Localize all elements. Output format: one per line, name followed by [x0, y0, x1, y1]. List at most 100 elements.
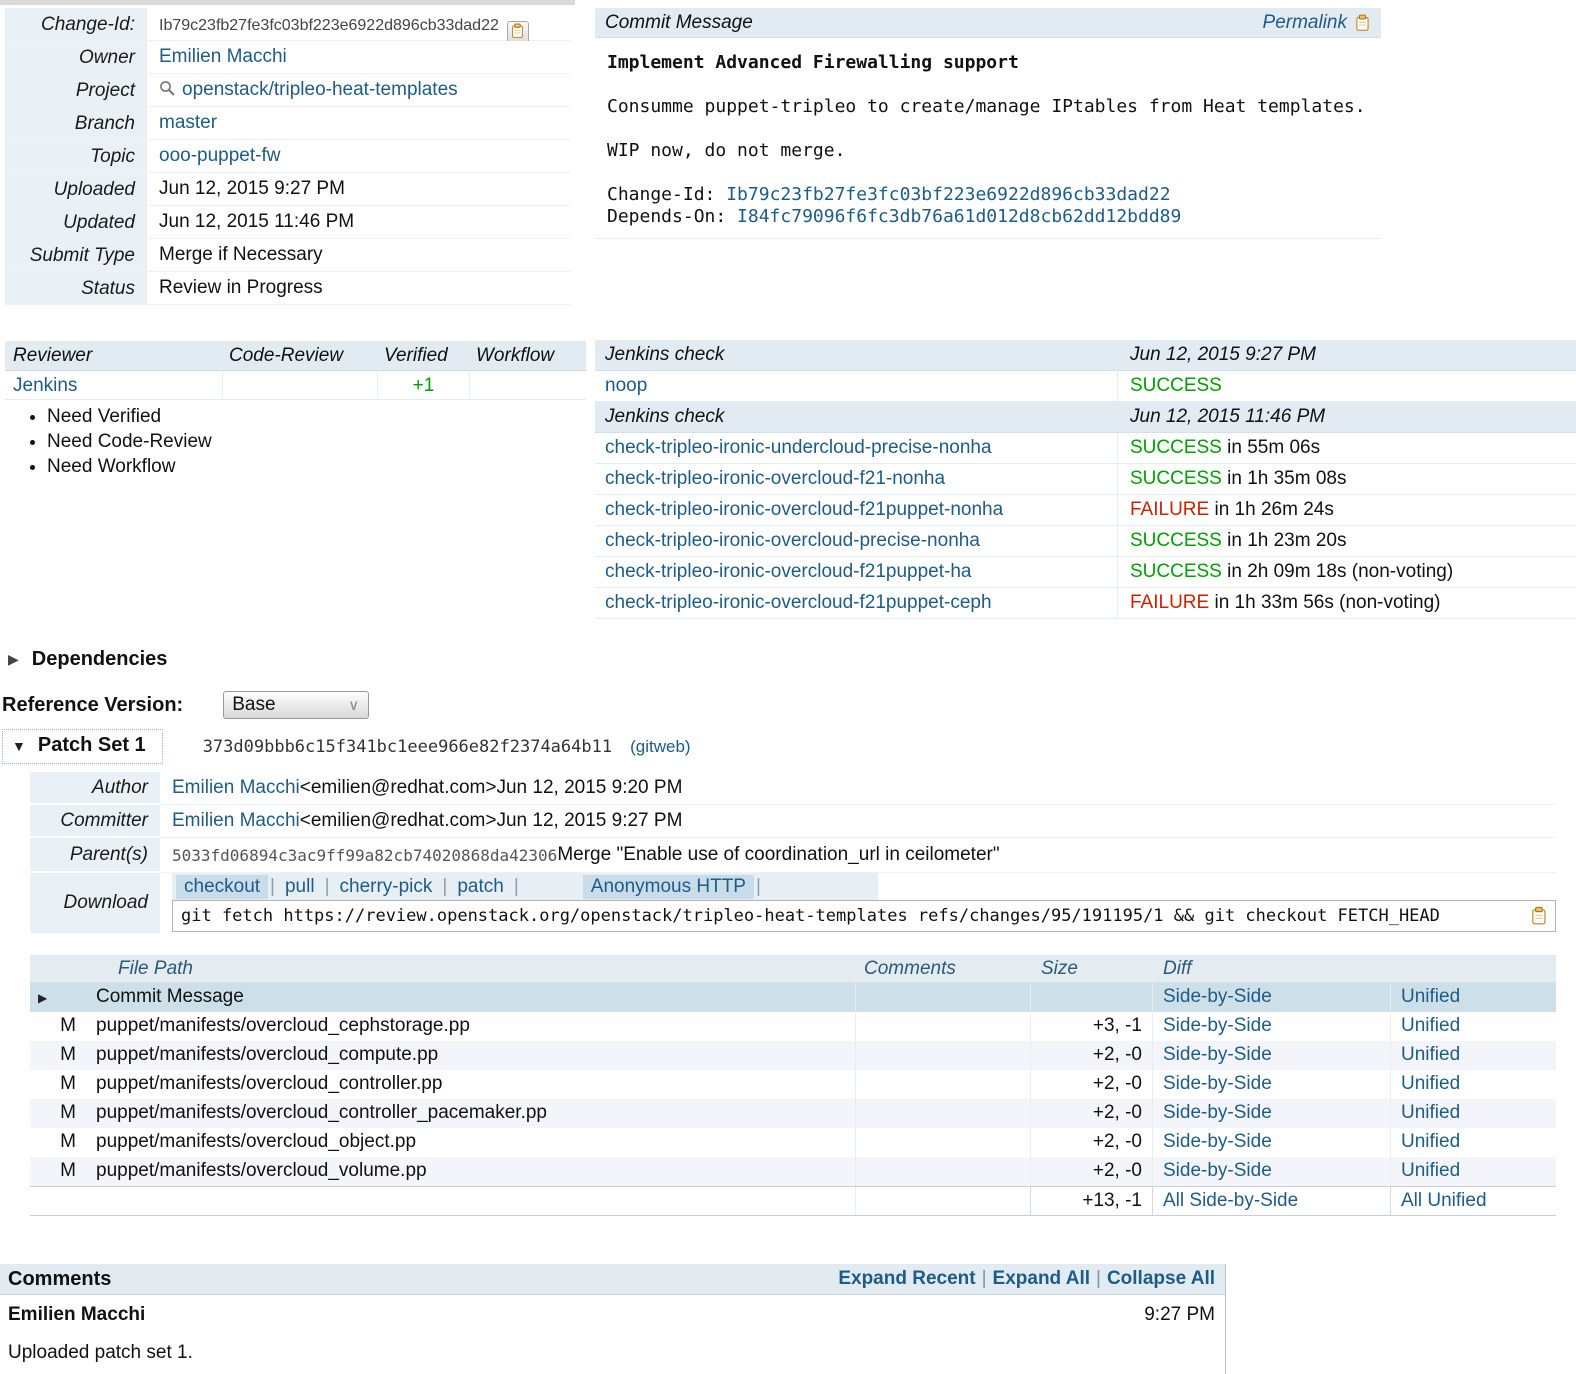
collapse-all-link[interactable]: Collapse All: [1107, 1268, 1215, 1290]
side-by-side-link[interactable]: Side-by-Side: [1163, 1015, 1272, 1036]
chevron-down-icon: ∨: [348, 696, 359, 714]
owner-link[interactable]: Emilien Macchi: [159, 46, 287, 67]
expanded-arrow-icon[interactable]: ▼: [12, 738, 26, 754]
commit-message-file-row[interactable]: ▶ Commit Message Side-by-Side Unified: [30, 983, 1556, 1012]
side-by-side-link[interactable]: Side-by-Side: [1163, 1131, 1272, 1152]
ci-job-link[interactable]: check-tripleo-ironic-undercloud-precise-…: [605, 437, 992, 458]
ci-duration: in 1h 23m 20s: [1222, 530, 1347, 551]
diff-col-header: Diff: [1152, 955, 1390, 982]
side-by-side-link[interactable]: Side-by-Side: [1163, 1102, 1272, 1123]
commit-depends-on-line: Depends-On: I84fc79096f6fc3db76a61d012d8…: [607, 206, 1369, 228]
ci-job-link[interactable]: check-tripleo-ironic-overcloud-f21puppet…: [605, 592, 992, 613]
file-path: puppet/manifests/overcloud_object.pp: [88, 1128, 855, 1157]
commit-body-line: Consumme puppet-tripleo to create/manage…: [607, 96, 1369, 118]
ci-job-link[interactable]: check-tripleo-ironic-overcloud-f21puppet…: [605, 561, 971, 582]
copy-permalink-icon[interactable]: [1355, 14, 1371, 32]
collapsed-arrow-icon[interactable]: ▶: [8, 651, 19, 668]
copy-command-icon[interactable]: [1531, 906, 1548, 926]
dependencies-title: Dependencies: [32, 648, 168, 671]
ci-job-link[interactable]: check-tripleo-ironic-overcloud-f21puppet…: [605, 499, 1003, 520]
branch-link[interactable]: master: [159, 112, 217, 133]
side-by-side-link[interactable]: Side-by-Side: [1163, 1044, 1272, 1065]
unified-link[interactable]: Unified: [1401, 1044, 1460, 1065]
parents-row: Parent(s) 5033fd06894c3ac9ff99a82cb74020…: [30, 838, 1556, 873]
status-value: Review in Progress: [147, 272, 571, 304]
search-icon[interactable]: [159, 80, 176, 97]
unified-link[interactable]: Unified: [1401, 986, 1460, 1007]
reviewer-link[interactable]: Jenkins: [13, 375, 77, 396]
all-side-by-side-link[interactable]: All Side-by-Side: [1163, 1190, 1298, 1211]
info-row-status: Status Review in Progress: [5, 272, 571, 305]
unified-link[interactable]: Unified: [1401, 1102, 1460, 1123]
permalink-link[interactable]: Permalink: [1263, 12, 1347, 34]
file-row[interactable]: M puppet/manifests/overcloud_volume.pp +…: [30, 1157, 1556, 1186]
download-row: Download checkout| pull| cherry-pick| pa…: [30, 873, 1556, 935]
tab-anonymous-http[interactable]: Anonymous HTTP: [583, 875, 754, 899]
tab-patch[interactable]: patch: [449, 875, 511, 899]
commit-message-title: Commit Message: [605, 12, 753, 34]
committer-link[interactable]: Emilien Macchi: [172, 810, 300, 832]
ci-job-link[interactable]: check-tripleo-ironic-overcloud-f21-nonha: [605, 468, 945, 489]
ci-group-date: Jun 12, 2015 11:46 PM: [1118, 402, 1576, 432]
ci-status: FAILURE: [1130, 592, 1209, 613]
patch-set-title: Patch Set 1: [38, 734, 146, 757]
tab-pull[interactable]: pull: [277, 875, 323, 899]
ci-job-link[interactable]: check-tripleo-ironic-overcloud-precise-n…: [605, 530, 980, 551]
branch-label: Branch: [5, 107, 147, 139]
size-col-header: Size: [1030, 955, 1152, 982]
file-list-header: File Path Comments Size Diff: [30, 955, 1556, 983]
download-scheme-tabs: checkout| pull| cherry-pick| patch| Anon…: [172, 873, 878, 900]
unified-link[interactable]: Unified: [1401, 1015, 1460, 1036]
author-label: Author: [30, 772, 160, 805]
reference-version-select[interactable]: Base ∨: [223, 691, 369, 719]
side-by-side-link[interactable]: Side-by-Side: [1163, 1073, 1272, 1094]
unified-link[interactable]: Unified: [1401, 1073, 1460, 1094]
unified-link[interactable]: Unified: [1401, 1131, 1460, 1152]
unified-link[interactable]: Unified: [1401, 1160, 1460, 1181]
parents-label: Parent(s): [30, 838, 160, 873]
info-row-topic: Topic ooo-puppet-fw: [5, 140, 571, 173]
expand-recent-link[interactable]: Expand Recent: [838, 1268, 975, 1290]
change-id-link[interactable]: Ib79c23fb27fe3fc03bf223e6922d896cb33dad2…: [726, 184, 1170, 205]
parent-sha: 5033fd06894c3ac9ff99a82cb74020868da42306: [172, 846, 557, 865]
owner-label: Owner: [5, 41, 147, 73]
depends-on-link[interactable]: I84fc79096f6fc3db76a61d012d8cb62dd12bdd8…: [737, 206, 1181, 227]
comments-section: Comments Expand Recent| Expand All| Coll…: [0, 1264, 1226, 1374]
author-link[interactable]: Emilien Macchi: [172, 777, 300, 799]
file-row[interactable]: M puppet/manifests/overcloud_object.pp +…: [30, 1128, 1556, 1157]
copy-change-id-button[interactable]: [507, 21, 529, 43]
commit-body-line: WIP now, do not merge.: [607, 140, 1369, 162]
expand-all-link[interactable]: Expand All: [993, 1268, 1090, 1290]
topic-link[interactable]: ooo-puppet-fw: [159, 145, 280, 166]
file-totals-row: +13, -1 All Side-by-Side All Unified: [30, 1186, 1556, 1216]
info-row-uploaded: Uploaded Jun 12, 2015 9:27 PM: [5, 173, 571, 206]
change-info-table: Change-Id: Ib79c23fb27fe3fc03bf223e6922d…: [5, 8, 571, 305]
tab-checkout[interactable]: checkout: [176, 875, 268, 899]
side-by-side-link[interactable]: Side-by-Side: [1163, 1160, 1272, 1181]
file-row[interactable]: M puppet/manifests/overcloud_compute.pp …: [30, 1041, 1556, 1070]
comment-author: Emilien Macchi: [8, 1304, 145, 1326]
project-link[interactable]: openstack/tripleo-heat-templates: [182, 79, 458, 100]
ci-group-header: Jenkins check Jun 12, 2015 11:46 PM: [595, 402, 1576, 433]
file-row[interactable]: M puppet/manifests/overcloud_controller_…: [30, 1099, 1556, 1128]
file-size: +2, -0: [1030, 1128, 1152, 1157]
commit-message-panel: Commit Message Permalink Implement Advan…: [595, 8, 1381, 239]
ci-group-date: Jun 12, 2015 9:27 PM: [1118, 340, 1576, 370]
file-row[interactable]: M puppet/manifests/overcloud_cephstorage…: [30, 1012, 1556, 1041]
side-by-side-link[interactable]: Side-by-Side: [1163, 986, 1272, 1007]
dependencies-section-header[interactable]: ▶ Dependencies: [8, 648, 167, 671]
tab-cherry-pick[interactable]: cherry-pick: [332, 875, 441, 899]
file-row[interactable]: M puppet/manifests/overcloud_controller.…: [30, 1070, 1556, 1099]
ci-status: SUCCESS: [1130, 468, 1222, 489]
patch-set-toggle[interactable]: ▼ Patch Set 1: [2, 729, 163, 764]
comment-time: 9:27 PM: [1144, 1304, 1215, 1326]
reference-version-value: Base: [232, 694, 275, 715]
ci-job-row: noop SUCCESS: [595, 371, 1576, 402]
gitweb-link[interactable]: (gitweb): [630, 737, 690, 757]
comment-item[interactable]: Emilien Macchi 9:27 PM Uploaded patch se…: [0, 1295, 1225, 1364]
file-path: puppet/manifests/overcloud_compute.pp: [88, 1041, 855, 1070]
all-unified-link[interactable]: All Unified: [1401, 1190, 1487, 1211]
need-item: Need Workflow: [47, 454, 212, 479]
parent-subject: Merge "Enable use of coordination_url in…: [557, 844, 999, 866]
ci-job-link[interactable]: noop: [605, 375, 647, 396]
